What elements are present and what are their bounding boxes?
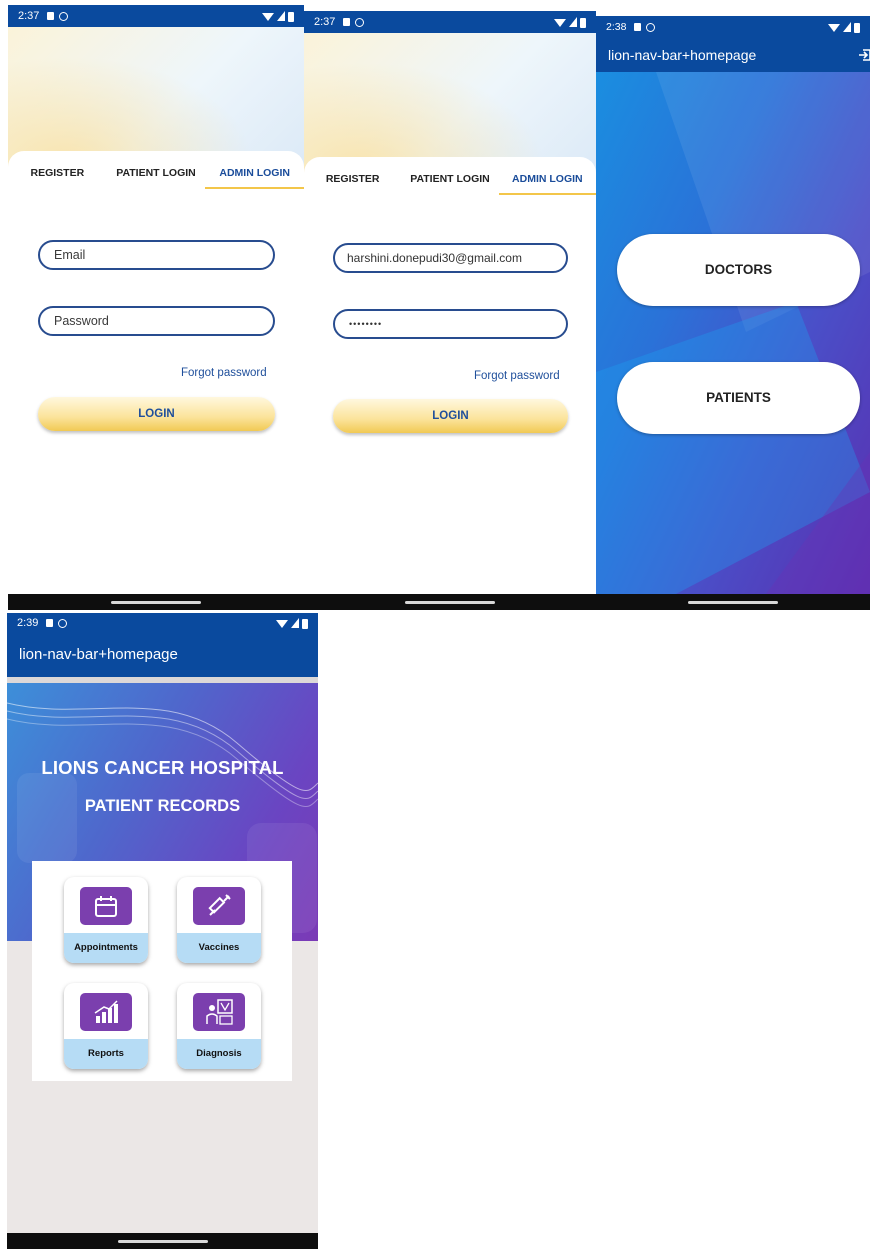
signal-icon [277, 11, 285, 21]
tile-label: Reports [64, 1039, 148, 1069]
system-nav-bar [304, 594, 596, 610]
battery-icon [580, 17, 586, 28]
login-card: REGISTER PATIENT LOGIN ADMIN LOGIN harsh… [304, 157, 596, 594]
home-handle[interactable] [688, 600, 778, 604]
status-bar: 2:37 [304, 11, 596, 33]
wifi-icon [262, 13, 274, 21]
screen-admin-login-empty: 2:37 REGISTER PATIENT LOGIN ADMIN LOGIN … [8, 5, 304, 610]
diagnosis-icon [193, 993, 245, 1031]
screen-admin-login-filled: 2:37 REGISTER PATIENT LOGIN ADMIN LOGIN … [304, 11, 596, 610]
app-bar: lion-nav-bar+homepage [7, 633, 318, 677]
clock: 2:37 [18, 10, 40, 22]
email-field[interactable]: harshini.donepudi30@gmail.com [333, 243, 568, 273]
system-icons [262, 11, 294, 22]
home-handle[interactable] [117, 1239, 208, 1243]
patients-button[interactable]: PATIENTS [617, 362, 860, 434]
clock: 2:37 [314, 16, 336, 28]
login-button[interactable]: LOGIN [38, 397, 275, 431]
tile-label: Vaccines [177, 933, 261, 963]
background: DOCTORS PATIENTS [596, 72, 870, 594]
tile-appointments[interactable]: Appointments [64, 877, 148, 963]
battery-icon [854, 22, 860, 33]
app-title: lion-nav-bar+homepage [608, 47, 757, 63]
signal-icon [569, 17, 577, 27]
tile-label: Appointments [64, 933, 148, 963]
screen-patient-records: 2:39 lion-nav-bar+homepage LIONS CANCER … [7, 613, 318, 1249]
signal-icon [843, 22, 851, 32]
signal-icon [291, 618, 299, 628]
app-title: lion-nav-bar+homepage [19, 646, 178, 663]
sim-icon [47, 12, 55, 20]
tab-register[interactable]: REGISTER [8, 157, 107, 189]
clock: 2:39 [17, 617, 39, 629]
sim-icon [343, 18, 351, 26]
app-bar: lion-nav-bar+homepage [596, 38, 870, 72]
background-shapes [596, 72, 870, 594]
tab-register[interactable]: REGISTER [304, 163, 401, 195]
system-nav-bar [7, 1233, 318, 1249]
syringe-icon [193, 887, 245, 925]
tile-label: Diagnosis [177, 1039, 261, 1069]
auth-tabs: REGISTER PATIENT LOGIN ADMIN LOGIN [8, 157, 304, 189]
status-bar: 2:37 [8, 5, 304, 27]
battery-icon [302, 618, 308, 629]
notification-icon [646, 22, 656, 32]
wifi-icon [554, 19, 566, 27]
wifi-icon [828, 24, 840, 32]
notification-icon [58, 618, 68, 628]
password-field[interactable]: Password [38, 306, 275, 336]
page-subtitle: PATIENT RECORDS [84, 797, 241, 815]
home-handle[interactable] [405, 600, 495, 604]
system-icons [554, 17, 586, 28]
battery-icon [288, 11, 294, 22]
tab-patient-login[interactable]: PATIENT LOGIN [107, 157, 206, 189]
calendar-icon [80, 887, 132, 925]
doctors-button[interactable]: DOCTORS [617, 234, 860, 306]
sim-icon [634, 23, 642, 31]
system-nav-bar [596, 594, 870, 610]
bar-chart-icon [80, 993, 132, 1031]
status-bar: 2:38 [596, 16, 870, 38]
sim-icon [46, 619, 54, 627]
tile-diagnosis[interactable]: Diagnosis [177, 983, 261, 1069]
notification-icon [59, 11, 69, 21]
screen-role-select: 2:38 lion-nav-bar+homepage DOCTORS PATIE… [596, 16, 870, 610]
auth-tabs: REGISTER PATIENT LOGIN ADMIN LOGIN [304, 163, 596, 195]
tile-reports[interactable]: Reports [64, 983, 148, 1069]
logout-icon[interactable] [858, 48, 870, 62]
system-icons [276, 618, 308, 629]
login-card: REGISTER PATIENT LOGIN ADMIN LOGIN Email… [8, 151, 304, 594]
email-field[interactable]: Email [38, 240, 275, 270]
system-icons [828, 22, 860, 33]
status-bar: 2:39 [7, 613, 318, 633]
forgot-password-link[interactable]: Forgot password [181, 367, 267, 379]
tab-admin-login[interactable]: ADMIN LOGIN [205, 157, 304, 189]
tab-patient-login[interactable]: PATIENT LOGIN [401, 163, 498, 195]
tile-vaccines[interactable]: Vaccines [177, 877, 261, 963]
forgot-password-link[interactable]: Forgot password [474, 370, 560, 382]
home-handle[interactable] [111, 600, 201, 604]
records-menu: Appointments Vaccines Reports Diagnosis [32, 861, 292, 1081]
tab-admin-login[interactable]: ADMIN LOGIN [498, 163, 596, 195]
system-nav-bar [8, 594, 304, 610]
notification-icon [355, 17, 365, 27]
password-field[interactable]: •••••••• [333, 309, 568, 339]
login-button[interactable]: LOGIN [333, 399, 568, 433]
hospital-title: LIONS CANCER HOSPITAL [41, 757, 284, 778]
clock: 2:38 [606, 21, 627, 33]
wifi-icon [276, 620, 288, 628]
